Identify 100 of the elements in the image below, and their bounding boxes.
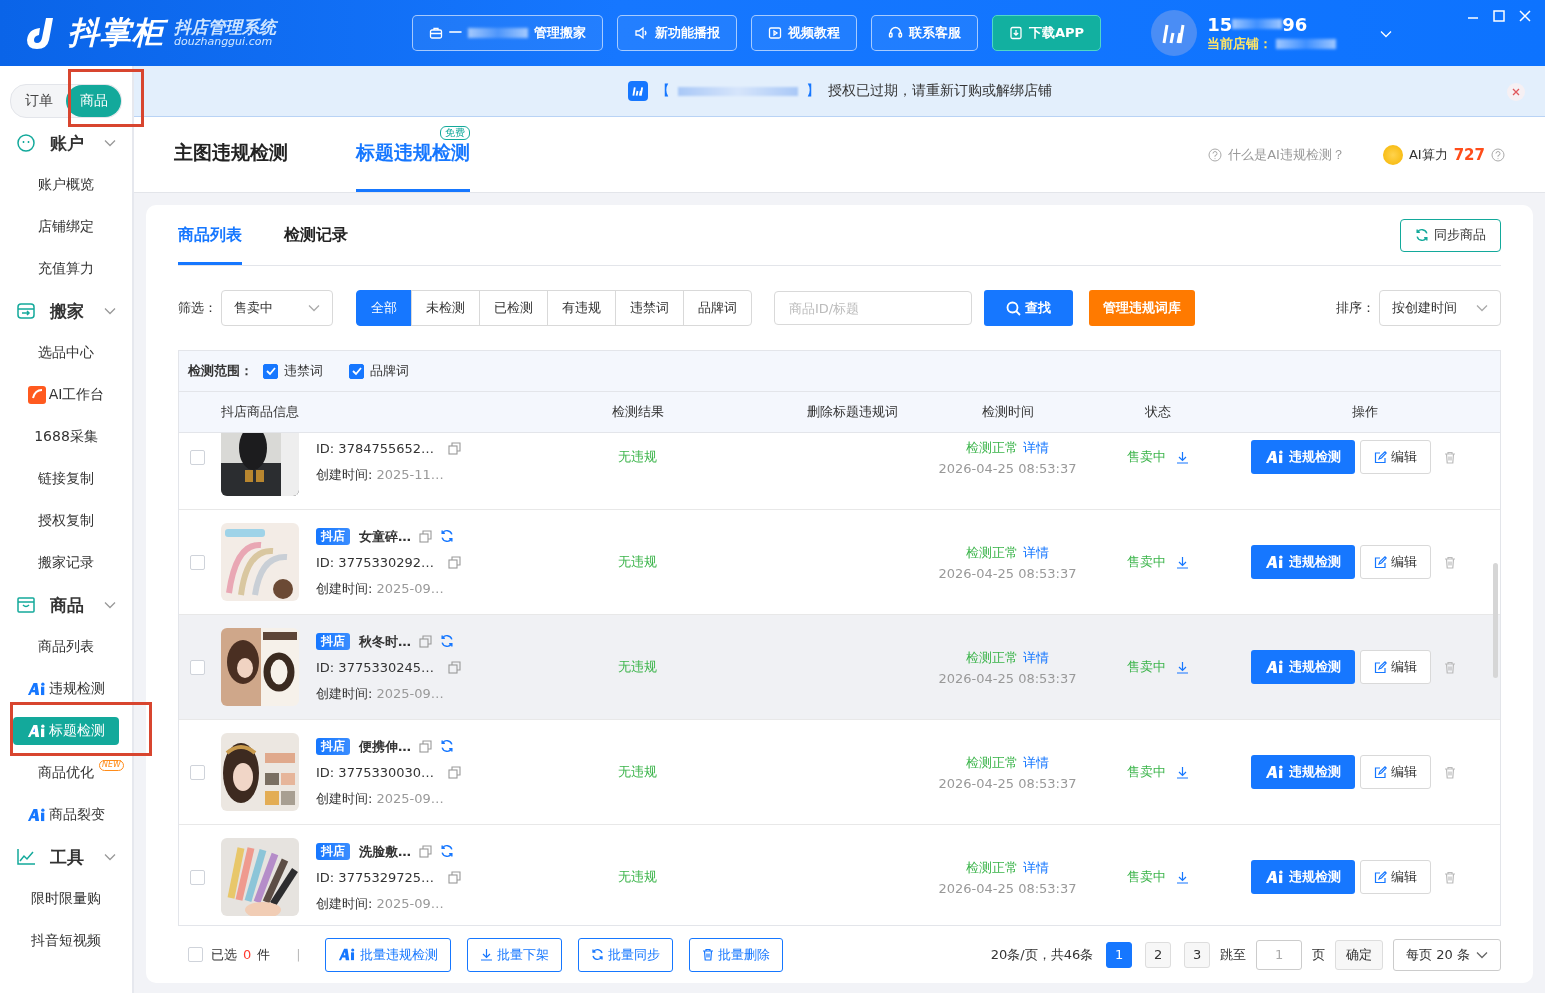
nav-item[interactable]: 1688采集 xyxy=(26,423,106,451)
nav-group[interactable]: 商品 xyxy=(0,584,132,626)
detail-link[interactable]: 详情 xyxy=(1022,544,1049,560)
maximize-icon[interactable] xyxy=(1493,10,1505,22)
filter-segment[interactable]: 有违规 xyxy=(547,290,616,326)
confirm-button[interactable]: 确定 xyxy=(1335,939,1384,970)
download-icon[interactable] xyxy=(1175,555,1189,569)
edit-button[interactable]: 编辑 xyxy=(1359,545,1431,579)
detail-link[interactable]: 详情 xyxy=(1022,439,1049,455)
trash-icon[interactable] xyxy=(1443,870,1456,884)
nav-item[interactable]: 商品列表 xyxy=(30,633,102,661)
nav-item[interactable]: 选品中心 xyxy=(30,339,102,367)
product-title[interactable]: 便携伸… xyxy=(359,737,411,755)
nav-item[interactable]: 充值算力 xyxy=(30,255,102,283)
header-button[interactable]: 一 管理搬家 xyxy=(412,15,603,51)
download-icon[interactable] xyxy=(1175,450,1189,464)
sync-icon[interactable] xyxy=(440,739,454,753)
edit-button[interactable]: 编辑 xyxy=(1359,440,1431,474)
search-button[interactable]: 查找 xyxy=(984,290,1073,326)
nav-item[interactable]: 违规检测 xyxy=(18,675,114,703)
ai-check-button[interactable]: 违规检测 xyxy=(1251,545,1355,579)
nav-item[interactable]: 搬家记录 xyxy=(30,549,102,577)
select-all-checkbox[interactable] xyxy=(188,947,203,962)
trash-icon[interactable] xyxy=(1443,450,1456,464)
nav-group[interactable]: 工具 xyxy=(0,836,132,878)
row-checkbox[interactable] xyxy=(189,659,205,675)
product-title[interactable]: 女童碎… xyxy=(359,527,411,545)
row-checkbox[interactable] xyxy=(189,764,205,780)
nav-item[interactable]: 链接复制 xyxy=(30,465,102,493)
sync-products-button[interactable]: 同步商品 xyxy=(1400,218,1501,252)
copy-icon[interactable] xyxy=(448,765,461,779)
download-icon[interactable] xyxy=(1175,870,1189,884)
page-tab[interactable]: 主图违规检测 xyxy=(174,117,288,192)
checkbox[interactable] xyxy=(349,363,364,379)
filter-segment[interactable]: 全部 xyxy=(356,290,412,326)
header-button[interactable]: 联系客服 xyxy=(871,15,978,51)
header-button[interactable]: 新功能播报 xyxy=(617,15,737,51)
ai-check-button[interactable]: 违规检测 xyxy=(1251,755,1355,789)
filter-segment[interactable]: 品牌词 xyxy=(683,290,752,326)
filter-segment[interactable]: 违禁词 xyxy=(615,290,684,326)
filter-segment[interactable]: 未检测 xyxy=(411,290,480,326)
close-icon[interactable] xyxy=(1519,10,1531,22)
sync-icon[interactable] xyxy=(440,634,454,648)
nav-item[interactable]: 商品优化 xyxy=(30,759,102,787)
trash-icon[interactable] xyxy=(1443,555,1456,569)
download-icon[interactable] xyxy=(1175,765,1189,779)
nav-item[interactable]: 账户概览 xyxy=(30,171,102,199)
filter-segment[interactable]: 已检测 xyxy=(479,290,548,326)
copy-icon[interactable] xyxy=(448,555,461,569)
edit-button[interactable]: 编辑 xyxy=(1359,860,1431,894)
ai-check-button[interactable]: 违规检测 xyxy=(1251,860,1355,894)
copy-icon[interactable] xyxy=(419,529,432,543)
list-tab[interactable]: 商品列表 xyxy=(178,205,242,265)
nav-item[interactable]: 店铺绑定 xyxy=(30,213,102,241)
sync-icon[interactable] xyxy=(440,529,454,543)
close-icon[interactable] xyxy=(1507,83,1525,101)
bulk-action-button[interactable]: 批量下架 xyxy=(466,937,562,972)
bulk-action-button[interactable]: 批量删除 xyxy=(688,937,783,972)
nav-group[interactable]: 搬家 xyxy=(0,290,132,332)
nav-item[interactable]: 抖音短视频 xyxy=(23,927,109,955)
sort-select[interactable]: 按创建时间 xyxy=(1379,290,1501,326)
edit-button[interactable]: 编辑 xyxy=(1359,650,1431,684)
copy-icon[interactable] xyxy=(419,634,432,648)
checkbox[interactable] xyxy=(263,363,278,379)
nav-item[interactable]: AI工作台 xyxy=(19,381,113,409)
page-button[interactable]: 3 xyxy=(1184,941,1211,968)
nav-item[interactable]: 商品裂变 xyxy=(18,801,114,829)
product-title[interactable]: 洗脸敷… xyxy=(359,842,411,860)
copy-icon[interactable] xyxy=(448,660,461,674)
copy-icon[interactable] xyxy=(419,844,432,858)
row-checkbox[interactable] xyxy=(189,449,205,465)
trash-icon[interactable] xyxy=(1443,765,1456,779)
detail-link[interactable]: 详情 xyxy=(1022,859,1049,875)
nav-item[interactable]: 授权复制 xyxy=(30,507,102,535)
bulk-action-button[interactable]: 批量违规检测 xyxy=(324,937,451,972)
page-button[interactable]: 1 xyxy=(1106,941,1133,968)
download-icon[interactable] xyxy=(1175,660,1189,674)
product-title[interactable]: 秋冬时… xyxy=(359,632,411,650)
copy-icon[interactable] xyxy=(419,739,432,753)
ai-check-button[interactable]: 违规检测 xyxy=(1251,440,1355,474)
mode-switch-option[interactable]: 订单 xyxy=(11,85,66,117)
detail-link[interactable]: 详情 xyxy=(1022,649,1049,665)
copy-icon[interactable] xyxy=(448,870,461,884)
ai-check-button[interactable]: 违规检测 xyxy=(1251,650,1355,684)
row-checkbox[interactable] xyxy=(189,869,205,885)
copy-icon[interactable] xyxy=(448,442,461,455)
scrollbar[interactable] xyxy=(1493,563,1498,678)
page-size-select[interactable]: 每页 20 条 xyxy=(1393,938,1501,971)
detail-link[interactable]: 详情 xyxy=(1022,754,1049,770)
nav-group[interactable]: 账户 xyxy=(0,122,132,164)
status-select[interactable]: 售卖中 xyxy=(221,290,333,326)
edit-button[interactable]: 编辑 xyxy=(1359,755,1431,789)
header-button[interactable]: 视频教程 xyxy=(751,15,857,51)
search-field[interactable]: 商品ID/标题 xyxy=(774,291,972,325)
trash-icon[interactable] xyxy=(1443,660,1456,674)
bulk-action-button[interactable]: 批量同步 xyxy=(577,937,673,972)
row-checkbox[interactable] xyxy=(189,554,205,570)
nav-item[interactable]: 限时限量购 xyxy=(23,885,109,913)
list-tab[interactable]: 检测记录 xyxy=(284,205,348,265)
sync-icon[interactable] xyxy=(440,844,454,858)
